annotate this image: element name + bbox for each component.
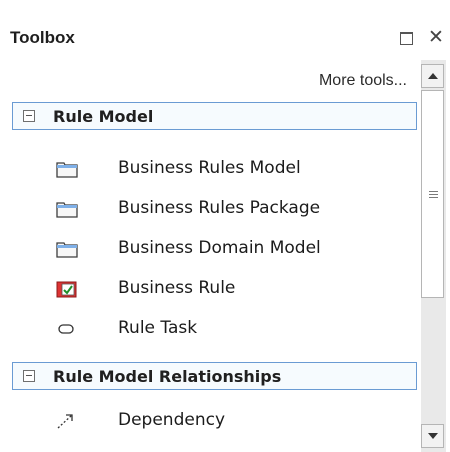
scroll-up-arrow-icon [428, 73, 438, 79]
scroll-down-button[interactable] [421, 424, 444, 448]
toolbox-panel: Toolbox ✕ More tools... Rule Model Busin… [0, 0, 450, 452]
collapse-toggle-icon[interactable] [23, 110, 35, 122]
tool-item-label: Rule Task [118, 318, 198, 338]
tool-item-business-rules-package[interactable]: Business Rules Package [56, 194, 396, 224]
group-label: Rule Model [53, 107, 154, 126]
tool-item-business-domain-model[interactable]: Business Domain Model [56, 234, 396, 264]
business-rule-icon [56, 281, 77, 298]
rule-task-icon [58, 324, 74, 334]
group-header-rule-model-relationships[interactable]: Rule Model Relationships [12, 362, 417, 390]
group-header-rule-model[interactable]: Rule Model [12, 102, 417, 130]
toolbox-title: Toolbox [10, 28, 75, 47]
grip-line [429, 191, 438, 192]
vertical-scrollbar[interactable] [421, 60, 446, 452]
scroll-down-arrow-icon [428, 433, 438, 439]
collapse-toggle-icon[interactable] [23, 370, 35, 382]
toolbox-content: More tools... Rule Model Business Rules … [4, 60, 417, 452]
package-folder-icon [56, 242, 78, 258]
tool-item-label: Business Domain Model [118, 238, 321, 258]
tool-item-label: Business Rules Model [118, 158, 301, 178]
tool-item-business-rules-model[interactable]: Business Rules Model [56, 154, 396, 184]
package-folder-icon [56, 202, 78, 218]
group-label: Rule Model Relationships [53, 367, 282, 386]
close-icon: ✕ [428, 26, 444, 48]
more-tools-link[interactable]: More tools... [319, 72, 407, 90]
tool-item-label: Business Rule [118, 278, 236, 298]
package-folder-icon [56, 162, 78, 178]
tool-item-label: Business Rules Package [118, 198, 321, 218]
scroll-up-button[interactable] [421, 64, 444, 88]
toolbox-titlebar: Toolbox ✕ [4, 18, 450, 60]
dependency-arrow-icon [57, 414, 73, 429]
tool-item-rule-task[interactable]: Rule Task [56, 314, 396, 344]
restore-window-icon [399, 31, 413, 45]
close-button[interactable]: ✕ [422, 24, 450, 50]
tool-item-business-rule[interactable]: Business Rule [56, 274, 396, 304]
restore-window-button[interactable] [396, 28, 416, 48]
tool-item-label: Dependency [118, 410, 226, 430]
grip-line [429, 194, 438, 195]
scrollbar-thumb[interactable] [421, 90, 444, 298]
tool-item-dependency[interactable]: Dependency [56, 406, 396, 436]
grip-line [429, 197, 438, 198]
